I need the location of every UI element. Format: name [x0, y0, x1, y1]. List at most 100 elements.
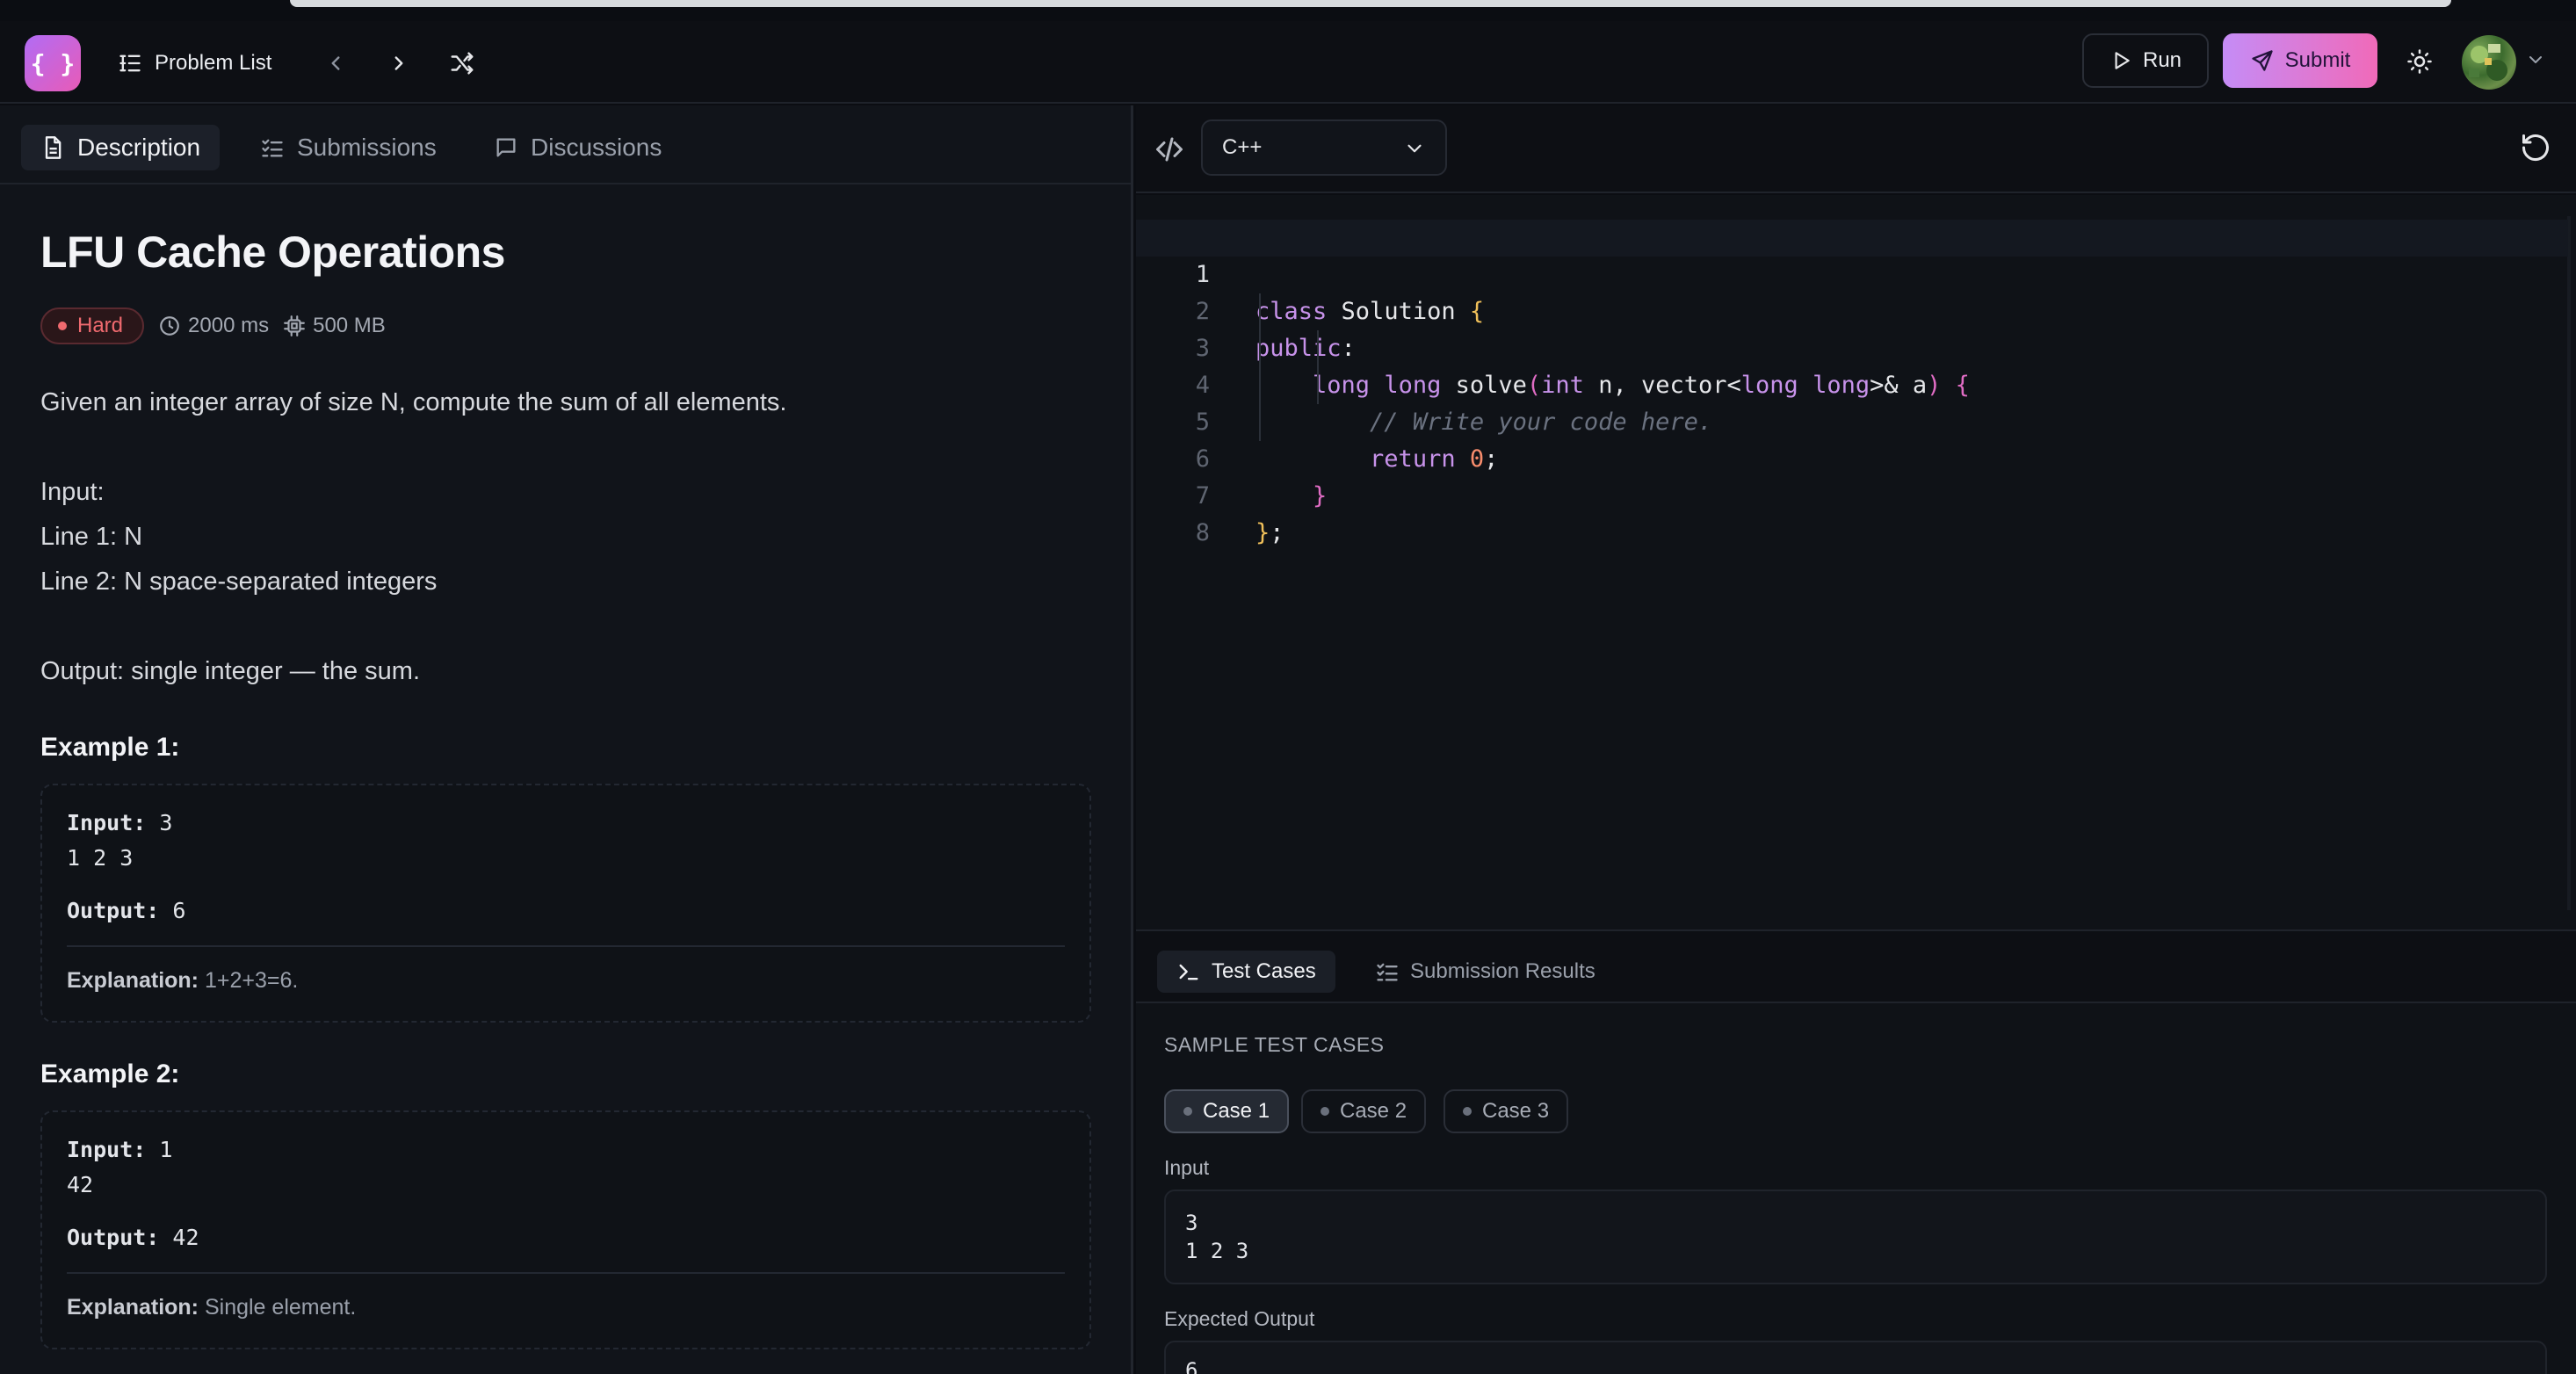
- time-limit: 2000 ms: [158, 314, 269, 338]
- list-icon: [119, 54, 141, 72]
- chevron-down-icon: [1407, 144, 1422, 153]
- tab-submissions[interactable]: Submissions: [241, 125, 456, 170]
- play-icon: [2115, 52, 2130, 69]
- app-logo[interactable]: { }: [25, 35, 81, 91]
- tab-test-cases-label: Test Cases: [1212, 959, 1316, 983]
- code-line[interactable]: 6 }: [1136, 404, 2568, 510]
- chevron-right-icon: [394, 56, 403, 70]
- next-problem-button[interactable]: [380, 44, 418, 83]
- shuffle-icon: [451, 52, 474, 75]
- case-3-label: Case 3: [1482, 1099, 1550, 1123]
- indent-guide: [1317, 330, 1319, 404]
- case-2-label: Case 2: [1340, 1099, 1407, 1123]
- indent-guide: [1259, 293, 1261, 441]
- problem-title: LFU Cache Operations: [40, 228, 506, 277]
- tab-test-cases[interactable]: Test Cases: [1157, 951, 1335, 993]
- problem-tabs: Description Submissions Discussions: [0, 105, 1131, 184]
- run-button[interactable]: Run: [2082, 33, 2209, 88]
- example-1-output: Output: 6: [67, 898, 185, 923]
- example-1-input-rest: 1 2 3: [67, 845, 134, 871]
- code-line[interactable]: 8: [1136, 478, 2568, 546]
- chat-icon: [496, 138, 516, 157]
- window-top-strip: [0, 0, 2576, 21]
- language-select[interactable]: C++: [1201, 119, 1447, 176]
- code-line[interactable]: 5 return 0;: [1136, 367, 2568, 473]
- sun-icon: [2407, 49, 2432, 74]
- checklist-icon: [262, 139, 283, 157]
- reset-code-icon[interactable]: [2520, 132, 2551, 163]
- tab-submissions-label: Submissions: [297, 134, 437, 161]
- problem-panel: Description Submissions Discussions LFU …: [0, 105, 1133, 1374]
- example-1-input: Input: 3: [67, 810, 172, 835]
- test-input-value: 3 1 2 3: [1185, 1211, 1249, 1263]
- problem-list-label: Problem List: [155, 51, 272, 75]
- chip-icon: [284, 315, 306, 336]
- code-editor[interactable]: 1 class Solution { 2 public: 3 long long…: [1136, 195, 2576, 929]
- problem-meta: Hard 2000 ms 500 MB: [40, 307, 386, 344]
- input-line-1: Line 1: N: [40, 523, 143, 551]
- example-2-box: Input: 1 42 Output: 42 Explanation: Sing…: [40, 1110, 1091, 1349]
- send-icon: [2251, 50, 2273, 71]
- difficulty-dot: [58, 322, 67, 330]
- logo-text: { }: [30, 48, 76, 78]
- description-text: Given an integer array of size N, comput…: [40, 388, 787, 416]
- run-label: Run: [2142, 48, 2182, 72]
- example-2-output-label: Output:: [67, 1225, 160, 1250]
- console-tabs: Test Cases Submission Results: [1136, 931, 2576, 1003]
- example-1-explanation: Explanation: 1+2+3=6.: [67, 968, 298, 994]
- tab-discussions-label: Discussions: [531, 134, 662, 161]
- code-text: };: [1255, 519, 1284, 546]
- prev-problem-button[interactable]: [316, 44, 355, 83]
- problem-list-button[interactable]: Problem List: [118, 44, 271, 83]
- time-limit-value: 2000 ms: [188, 314, 270, 337]
- example-1-divider: [67, 945, 1065, 947]
- input-heading: Input:: [40, 478, 105, 506]
- difficulty-label: Hard: [77, 314, 124, 337]
- case-dot: [1463, 1107, 1472, 1116]
- user-avatar[interactable]: [2462, 35, 2516, 90]
- sample-test-cases-heading: SAMPLE TEST CASES: [1164, 1033, 1385, 1056]
- tab-description[interactable]: Description: [21, 125, 221, 170]
- example-2-divider: [67, 1272, 1065, 1274]
- tab-discussions[interactable]: Discussions: [474, 125, 681, 170]
- example-2-explanation-text: Single element.: [204, 1295, 357, 1320]
- case-2-button[interactable]: Case 2: [1301, 1089, 1427, 1133]
- case-dot: [1183, 1107, 1192, 1116]
- case-1-button[interactable]: Case 1: [1164, 1089, 1290, 1133]
- example-2-explanation-label: Explanation:: [67, 1295, 199, 1320]
- chevron-left-icon: [331, 56, 340, 70]
- input-line-2: Line 2: N space-separated integers: [40, 568, 438, 596]
- example-2-input: Input: 1: [67, 1137, 172, 1162]
- submit-button[interactable]: Submit: [2223, 33, 2377, 88]
- account-menu-button[interactable]: [2525, 49, 2551, 76]
- checklist-icon: [1377, 963, 1398, 981]
- code-line[interactable]: 3 long long solve(int n, vector<long lon…: [1136, 293, 2568, 399]
- test-input-box: 3 1 2 3: [1164, 1190, 2547, 1284]
- memory-limit-value: 500 MB: [313, 314, 386, 337]
- example-2-output: Output: 42: [67, 1225, 199, 1250]
- output-description: Output: single integer — the sum.: [40, 657, 420, 685]
- expected-output-box: 6: [1164, 1341, 2547, 1374]
- example-1-input-label: Input:: [67, 810, 147, 835]
- example-1-title: Example 1:: [40, 733, 180, 762]
- app-header: { } Problem List Run Submit: [0, 21, 2576, 104]
- code-icon: [1156, 137, 1183, 162]
- random-problem-button[interactable]: [443, 44, 481, 83]
- console-panel: Test Cases Submission Results SAMPLE TES…: [1136, 929, 2576, 1374]
- example-2-output-value: 42: [172, 1225, 199, 1250]
- example-1-explanation-text: 1+2+3=6.: [204, 968, 299, 993]
- language-value: C++: [1222, 135, 1263, 159]
- case-3-button[interactable]: Case 3: [1444, 1089, 1569, 1133]
- code-line[interactable]: 1 class Solution {: [1136, 220, 2568, 325]
- expected-output-label: Expected Output: [1164, 1307, 1315, 1330]
- code-line[interactable]: 4 // Write your code here.: [1136, 330, 2568, 436]
- example-1-box: Input: 3 1 2 3 Output: 6 Explanation: 1+…: [40, 784, 1091, 1023]
- tab-submission-results[interactable]: Submission Results: [1356, 951, 1615, 993]
- code-line[interactable]: 7 };: [1136, 441, 2568, 546]
- memory-limit: 500 MB: [283, 314, 386, 338]
- example-2-input-first: 1: [159, 1137, 173, 1162]
- tab-submission-results-label: Submission Results: [1410, 959, 1596, 983]
- code-line[interactable]: 2 public:: [1136, 257, 2568, 362]
- theme-toggle-button[interactable]: [2400, 42, 2439, 81]
- browser-chrome-bar: [290, 0, 2451, 7]
